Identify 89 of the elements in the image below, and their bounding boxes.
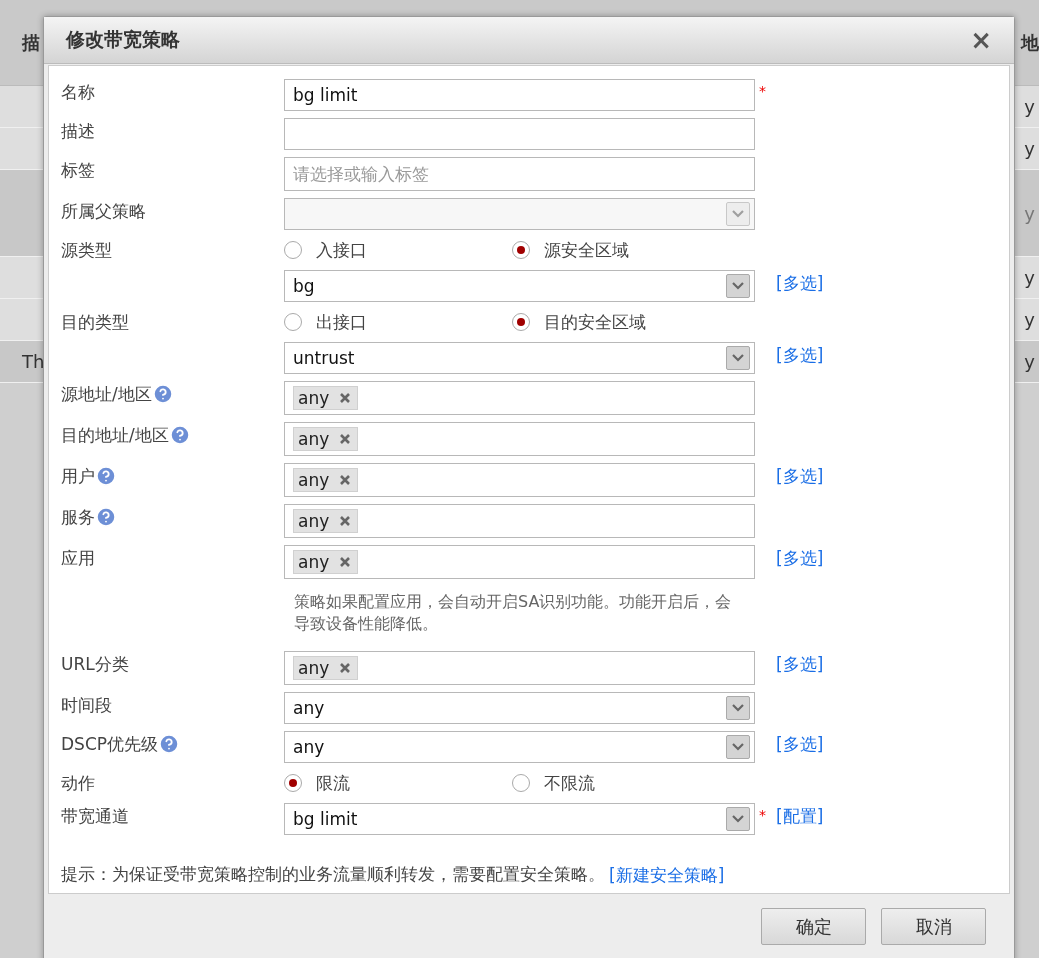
chevron-down-icon[interactable] — [726, 735, 750, 759]
column-header: 地 — [1021, 30, 1039, 55]
remove-icon[interactable] — [339, 433, 352, 445]
field-label: 源地址/地区 — [61, 383, 152, 406]
field-label: 标签 — [61, 159, 95, 182]
table-cell: y — [1024, 202, 1035, 224]
table-cell: y — [1024, 309, 1035, 330]
chevron-down-icon[interactable] — [726, 274, 750, 298]
tag-chip: any — [293, 468, 359, 492]
tag-chip: any — [293, 550, 359, 574]
radio-label: 不限流 — [544, 771, 595, 795]
chevron-down-icon[interactable] — [726, 807, 750, 831]
tag-field[interactable]: any — [284, 504, 755, 538]
help-icon[interactable] — [168, 423, 191, 446]
text-field[interactable]: bg limit — [284, 79, 755, 111]
field-label: 带宽通道 — [61, 805, 129, 828]
note-text: 策略如果配置应用，会自动开启SA识别功能。功能开启后，会导致设备性能降低。 — [293, 591, 733, 635]
field-label: 名称 — [61, 81, 95, 104]
tag-field[interactable]: any — [284, 545, 755, 579]
tag-field[interactable]: any — [284, 463, 755, 497]
cancel-button[interactable]: 取消 — [881, 908, 986, 945]
table-cell: y — [1024, 96, 1035, 117]
tag-field[interactable]: any — [284, 651, 755, 685]
radio-label: 出接口 — [316, 310, 367, 334]
link[interactable]: [多选] — [776, 342, 1009, 367]
tag-field[interactable]: any — [284, 381, 755, 415]
link[interactable]: [配置] — [776, 803, 1009, 828]
field-label: 源类型 — [61, 239, 112, 262]
link[interactable]: [多选] — [776, 651, 1009, 676]
help-icon[interactable] — [151, 382, 174, 405]
radio-button[interactable] — [284, 241, 302, 259]
tag-chip: any — [293, 427, 359, 451]
field-label: 描述 — [61, 120, 95, 143]
required-mark: * — [758, 82, 767, 99]
help-icon[interactable] — [158, 732, 180, 755]
field-label: 时间段 — [61, 694, 112, 717]
radio-label: 限流 — [316, 771, 350, 795]
select-field[interactable]: any — [284, 731, 755, 763]
hint-text: 提示：为保证受带宽策略控制的业务流量顺利转发，需要配置安全策略。 — [61, 863, 605, 886]
select-field[interactable]: bg limit — [284, 803, 755, 835]
field-label: 用户 — [61, 465, 95, 488]
dialog-title: 修改带宽策略 — [66, 27, 180, 52]
remove-icon[interactable] — [339, 515, 352, 527]
select-field[interactable]: bg — [284, 270, 755, 302]
radio-button[interactable] — [512, 774, 530, 792]
text-field[interactable]: 请选择或输入标签 — [284, 157, 755, 191]
remove-icon[interactable] — [339, 556, 352, 568]
help-icon[interactable] — [95, 505, 117, 528]
select-field[interactable]: untrust — [284, 342, 755, 374]
link[interactable]: [多选] — [776, 731, 1009, 756]
ok-button[interactable]: 确定 — [761, 908, 866, 945]
radio-button[interactable] — [284, 774, 302, 792]
radio-button[interactable] — [512, 241, 530, 259]
radio-button[interactable] — [512, 313, 530, 331]
field-label: URL分类 — [61, 653, 129, 676]
tag-chip: any — [293, 509, 359, 533]
chevron-down-icon[interactable] — [726, 346, 750, 370]
field-label: 应用 — [61, 547, 95, 570]
text-field[interactable] — [284, 118, 755, 150]
chevron-down-icon[interactable] — [726, 696, 750, 720]
help-icon[interactable] — [95, 464, 117, 487]
radio-label: 源安全区域 — [544, 238, 629, 262]
column-header: 描 — [22, 30, 40, 55]
radio-label: 入接口 — [316, 238, 367, 262]
select-field[interactable]: any — [284, 692, 755, 724]
field-label: 所属父策略 — [61, 200, 146, 223]
field-label: 目的类型 — [61, 311, 129, 334]
field-label: 服务 — [61, 506, 95, 529]
radio-button[interactable] — [284, 313, 302, 331]
radio-label: 目的安全区域 — [544, 310, 646, 334]
tag-field[interactable]: any — [284, 422, 755, 456]
field-label: 目的地址/地区 — [61, 424, 169, 447]
table-cell: y — [1024, 267, 1035, 288]
remove-icon[interactable] — [339, 392, 352, 404]
remove-icon[interactable] — [339, 662, 352, 674]
table-cell: Th — [22, 351, 45, 372]
link[interactable]: [新建安全策略] — [609, 862, 725, 887]
tag-chip: any — [293, 656, 359, 680]
field-label: DSCP优先级 — [61, 733, 158, 756]
link[interactable]: [多选] — [776, 545, 1009, 570]
link[interactable]: [多选] — [776, 270, 1009, 295]
required-mark: * — [758, 806, 767, 823]
close-button[interactable]: × — [970, 25, 992, 55]
table-cell: y — [1024, 138, 1035, 159]
remove-icon[interactable] — [339, 474, 352, 486]
link[interactable]: [多选] — [776, 463, 1009, 488]
field-label: 动作 — [61, 772, 95, 795]
tag-chip: any — [293, 386, 359, 410]
table-cell: y — [1024, 351, 1035, 372]
